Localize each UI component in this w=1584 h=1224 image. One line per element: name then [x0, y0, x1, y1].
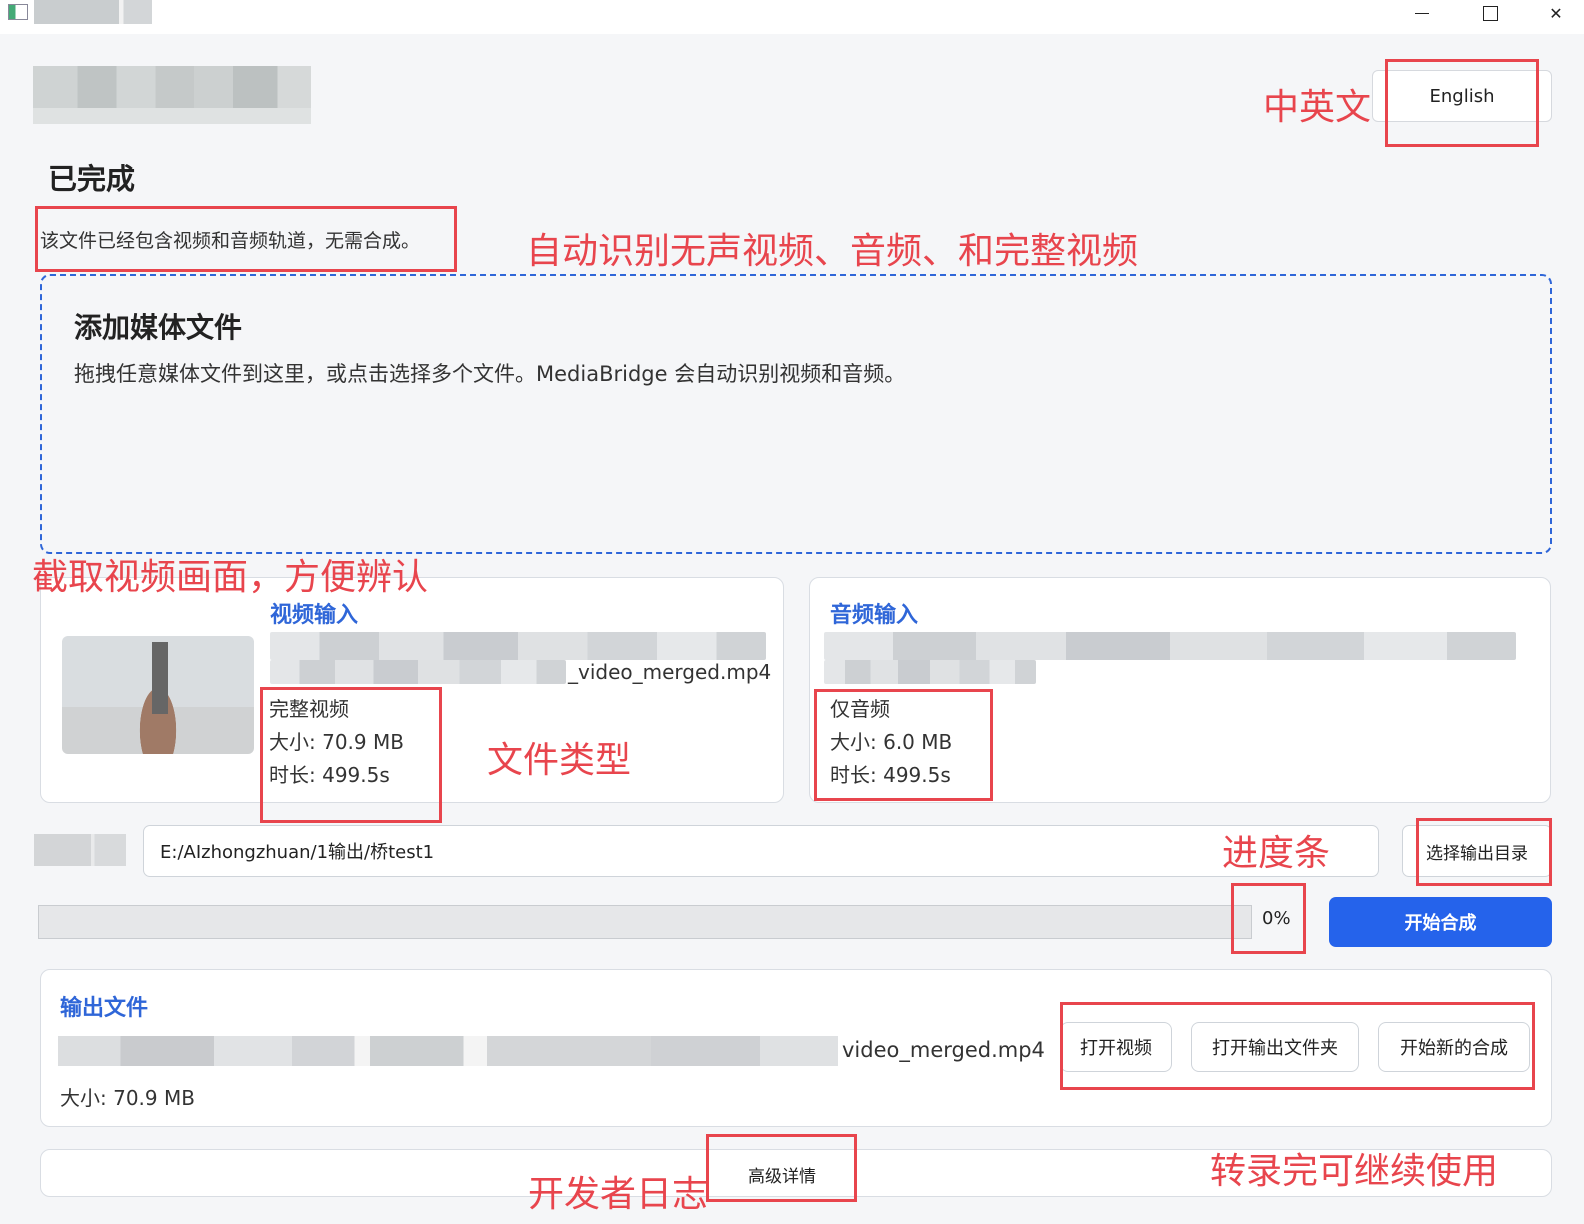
video-filename-tail: _video_merged.mp4 — [568, 660, 772, 684]
app-icon — [8, 4, 28, 20]
annotation-progress: 进度条 — [1222, 833, 1331, 874]
output-dir-input[interactable] — [143, 825, 1379, 877]
annotation-file-type: 文件类型 — [487, 740, 632, 781]
video-path-redacted — [270, 632, 766, 660]
annotation-box-advanced — [706, 1134, 857, 1202]
status-title: 已完成 — [48, 162, 136, 196]
app-logo-redacted — [33, 66, 311, 124]
title-bar — [0, 0, 1584, 34]
output-file-title: 输出文件 — [60, 996, 149, 1021]
progress-bar — [38, 905, 1252, 939]
annotation-reuse: 转录完可继续使用 — [1210, 1151, 1499, 1192]
maximize-icon — [1482, 5, 1498, 21]
annotation-box-progress — [1231, 883, 1306, 954]
media-dropzone[interactable] — [40, 274, 1552, 554]
video-thumbnail-detail — [152, 642, 168, 714]
close-button[interactable]: ✕ — [1536, 0, 1576, 26]
annotation-box-video-type — [260, 687, 442, 823]
audio-path-redacted — [824, 632, 1516, 660]
video-input-title: 视频输入 — [270, 603, 359, 628]
annotation-box-status — [35, 206, 457, 272]
output-size: 大小: 70.9 MB — [60, 1086, 195, 1110]
minimize-icon — [1415, 12, 1429, 14]
output-dir-label-redacted — [34, 834, 126, 866]
annotation-capture: 截取视频画面，方便辨认 — [32, 557, 429, 598]
minimize-button[interactable] — [1402, 0, 1442, 26]
annotation-language: 中英文 — [1263, 87, 1372, 128]
audio-input-title: 音频输入 — [830, 603, 919, 628]
annotation-dev-log: 开发者日志 — [528, 1174, 709, 1215]
start-merge-button[interactable]: 开始合成 — [1329, 897, 1552, 947]
annotation-box-actions — [1060, 1002, 1535, 1090]
output-filename-tail: video_merged.mp4 — [842, 1038, 1045, 1062]
audio-name-redacted — [824, 660, 1036, 684]
close-icon: ✕ — [1549, 3, 1563, 23]
maximize-button[interactable] — [1470, 0, 1510, 26]
annotation-box-audio-type — [814, 689, 993, 801]
video-name-redacted — [270, 660, 566, 684]
annotation-box-output-dir — [1416, 818, 1552, 886]
output-path-redacted — [58, 1036, 838, 1066]
annotation-box-language — [1385, 59, 1539, 147]
dropzone-description: 拖拽任意媒体文件到这里，或点击选择多个文件。MediaBridge 会自动识别视… — [74, 362, 906, 386]
annotation-auto-detect: 自动识别无声视频、音频、和完整视频 — [526, 231, 1139, 272]
dropzone-title: 添加媒体文件 — [74, 311, 243, 344]
window-title-redacted — [34, 0, 152, 24]
